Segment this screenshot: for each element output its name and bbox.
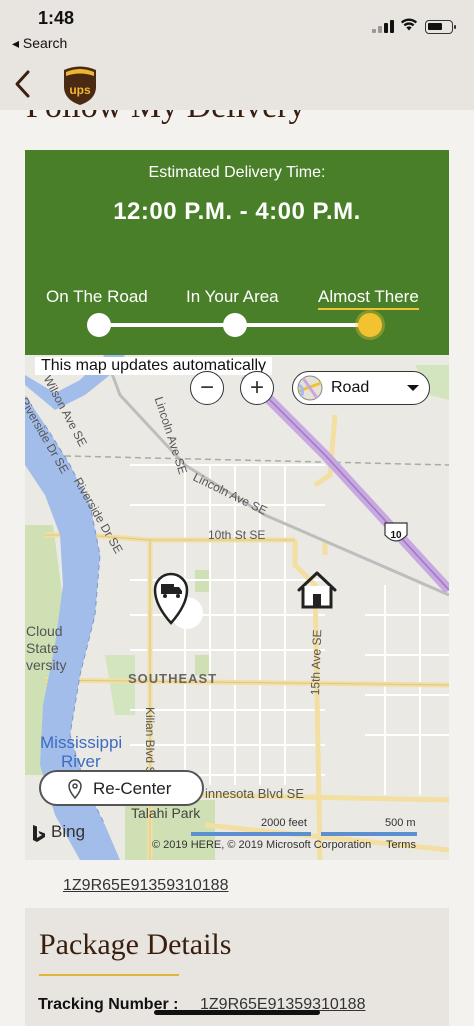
map-label-mississippi: Mississippi (40, 733, 123, 752)
package-details-section: Package Details Tracking Number : 1Z9R65… (25, 908, 449, 1026)
delivery-time-window: 12:00 P.M. - 4:00 P.M. (113, 198, 361, 225)
cellular-signal-icon (372, 19, 394, 33)
svg-text:10: 10 (390, 530, 402, 541)
battery-icon (425, 20, 456, 34)
bing-logo-icon (33, 825, 45, 842)
scale-bar-feet (191, 832, 311, 836)
title-underline (39, 974, 179, 976)
map-copyright: © 2019 HERE, © 2019 Microsoft Corporatio… (152, 839, 372, 851)
map-label-15th: 15th Ave SE (308, 629, 325, 696)
zoom-in-button[interactable]: + (240, 371, 274, 405)
status-bar: 1:48 ◂ Search (0, 0, 474, 58)
package-details-title: Package Details (39, 928, 232, 961)
map-label-versity: versity (26, 657, 67, 673)
stage-on-the-road: On The Road (46, 287, 148, 306)
location-pin-icon (68, 779, 82, 799)
stage-almost-there: Almost There (318, 287, 419, 310)
map-label-10th: 10th St SE (208, 528, 266, 542)
map-label-minnesota: innesota Blvd SE (205, 786, 305, 801)
chevron-down-icon (407, 385, 419, 391)
bing-label: Bing (51, 822, 86, 841)
map-label-southeast: SOUTHEAST (128, 671, 218, 686)
map-label-state: State (26, 640, 59, 656)
svg-text:ups: ups (69, 83, 91, 97)
map-terms-link[interactable]: Terms (386, 839, 416, 851)
scale-bar-meters (321, 832, 417, 836)
scale-meters: 500 m (385, 817, 416, 829)
map-type-icon (297, 375, 323, 401)
progress-dot-on-the-road (87, 313, 111, 337)
progress-dot-in-your-area (223, 313, 247, 337)
scale-feet: 2000 feet (261, 817, 307, 829)
map-update-note: This map updates automatically (35, 357, 272, 375)
estimated-delivery-label: Estimated Delivery Time: (148, 164, 326, 181)
page-title: Follow My Delivery (26, 110, 306, 126)
zoom-out-button[interactable]: − (190, 371, 224, 405)
ups-logo: ups (64, 66, 96, 105)
map-label-talahi: Talahi Park (131, 805, 201, 821)
delivery-map[interactable]: 10 Wilson Ave SE Lincoln Ave SE Lincoln … (25, 355, 449, 860)
map-label-river: River (61, 752, 101, 771)
delivery-status-card: Estimated Delivery Time: 12:00 P.M. - 4:… (25, 150, 449, 355)
wifi-icon (400, 18, 418, 31)
progress-dot-almost-there (358, 313, 382, 337)
tracking-number-link[interactable]: 1Z9R65E91359310188 (63, 877, 228, 895)
back-chevron-icon[interactable] (6, 62, 42, 106)
stage-in-your-area: In Your Area (186, 287, 279, 306)
back-to-search-link[interactable]: ◂ Search (12, 35, 67, 52)
map-type-label: Road (331, 379, 370, 396)
map-type-dropdown[interactable]: Road (292, 371, 430, 405)
status-time: 1:48 (38, 8, 75, 28)
recenter-button[interactable]: Re-Center (39, 770, 204, 806)
map-label-cloud: Cloud (26, 623, 63, 639)
nav-bar: ups (0, 58, 474, 110)
home-indicator (154, 1010, 320, 1015)
recenter-label: Re-Center (93, 779, 172, 798)
page-content: Follow My Delivery Estimated Delivery Ti… (0, 110, 474, 1026)
